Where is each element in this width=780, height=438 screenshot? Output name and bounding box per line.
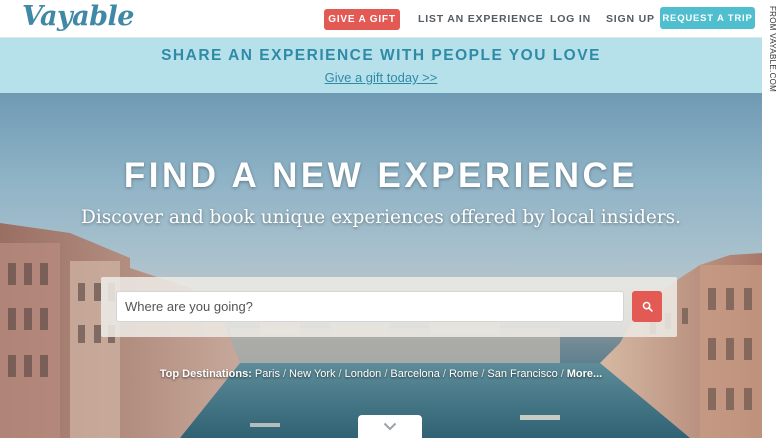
log-in-link[interactable]: LOG IN	[550, 13, 591, 25]
separator: /	[560, 368, 564, 380]
give-gift-link[interactable]: Give a gift today >>	[0, 70, 762, 85]
search-panel	[101, 277, 677, 337]
scroll-down-button[interactable]	[358, 415, 422, 438]
destination-search-input[interactable]	[116, 291, 624, 322]
separator: /	[282, 368, 287, 380]
destination-link-san-francisco[interactable]: San Francisco	[487, 368, 557, 380]
source-credit-strip: FROM VAYABLE.COM	[762, 0, 780, 438]
promo-title: SHARE AN EXPERIENCE WITH PEOPLE YOU LOVE	[161, 47, 601, 64]
destination-link-barcelona[interactable]: Barcelona	[390, 368, 440, 380]
separator: /	[442, 368, 446, 380]
more-destinations-link[interactable]: More...	[567, 368, 602, 380]
give-a-gift-button[interactable]: GIVE A GIFT	[324, 9, 400, 30]
chevron-down-icon	[383, 422, 397, 431]
sign-up-link[interactable]: SIGN UP	[606, 13, 655, 25]
search-icon	[642, 301, 653, 312]
hero-title: FIND A NEW EXPERIENCE	[123, 156, 639, 195]
request-a-trip-button[interactable]: REQUEST A TRIP	[660, 7, 755, 29]
destination-link-paris[interactable]: Paris	[255, 368, 280, 380]
hero-section: FIND A NEW EXPERIENCE Discover and book …	[0, 93, 762, 438]
top-nav: Vayable GIVE A GIFT LIST AN EXPERIENCE L…	[0, 0, 762, 38]
top-destinations: Top Destinations: Paris / New York / London /…	[0, 368, 762, 380]
source-credit: FROM VAYABLE.COM	[768, 6, 777, 93]
list-an-experience-link[interactable]: LIST AN EXPERIENCE	[418, 13, 543, 25]
destination-link-london[interactable]: London	[345, 368, 382, 380]
separator: /	[384, 368, 388, 380]
separator: /	[338, 368, 342, 380]
destination-link-new-york[interactable]: New York	[289, 368, 335, 380]
search-button[interactable]	[632, 291, 662, 322]
promo-banner: SHARE AN EXPERIENCE WITH PEOPLE YOU LOVE…	[0, 38, 762, 93]
destination-link-rome[interactable]: Rome	[449, 368, 478, 380]
vayable-logo[interactable]: Vayable	[22, 1, 134, 32]
top-destinations-label: Top Destinations:	[159, 368, 252, 380]
separator: /	[481, 368, 485, 380]
hero-subtitle: Discover and book unique experiences off…	[81, 207, 681, 228]
hero-background-image	[0, 223, 762, 438]
